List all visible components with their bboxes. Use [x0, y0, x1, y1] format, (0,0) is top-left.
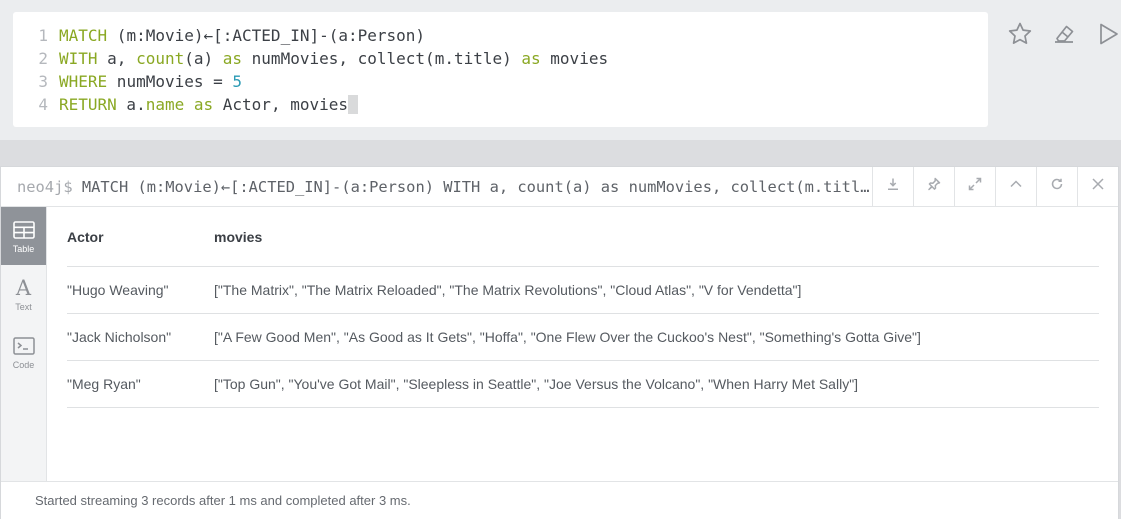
- code-line[interactable]: 2 WITH a, count (a) as numMovies, collect(…: [13, 47, 988, 70]
- frame-command-text: MATCH (m:Movie)←[:ACTED_IN]-(a:Person) W…: [81, 177, 872, 196]
- editor-area: 1 MATCH (m:Movie)←[:ACTED_IN]-(a:Person) 2…: [0, 0, 1121, 140]
- download-button[interactable]: [872, 166, 913, 207]
- result-table: Actor movies "Hugo Weaving" ["The Matrix…: [67, 207, 1099, 408]
- column-header-movies[interactable]: movies: [214, 229, 1099, 245]
- expand-icon: [968, 177, 982, 196]
- code-line[interactable]: 4 RETURN a. name as Actor, movies: [13, 93, 988, 116]
- text-icon: A: [15, 276, 32, 300]
- pin-icon: [927, 177, 941, 196]
- code-token: as: [193, 95, 214, 114]
- download-icon: [886, 177, 900, 196]
- code-lines[interactable]: 1 MATCH (m:Movie)←[:ACTED_IN]-(a:Person) 2…: [13, 24, 988, 116]
- code-token: numMovies, collect(m.title): [242, 49, 522, 68]
- rerun-button[interactable]: [1036, 166, 1077, 207]
- code-token: as: [521, 49, 541, 68]
- actor-cell: "Jack Nicholson": [67, 329, 172, 345]
- code-token: count: [136, 49, 185, 68]
- view-switcher: Table A Text Code: [1, 207, 47, 481]
- line-number: 2: [38, 49, 48, 68]
- code-token: Actor, movies: [213, 95, 348, 114]
- tab-table-label: Table: [12, 244, 35, 254]
- movies-cell: ["Top Gun", "You've Got Mail", "Sleeples…: [214, 376, 859, 392]
- code-token: movies: [540, 49, 609, 68]
- code-token: (m:Movie)←[:ACTED_IN]-(a:Person): [107, 26, 426, 45]
- code-token: WHERE: [59, 72, 108, 91]
- code-token: WITH: [59, 49, 98, 68]
- code-line[interactable]: 3 WHERE numMovies = 5: [13, 70, 988, 93]
- line-number: 3: [38, 72, 48, 91]
- table-row: "Meg Ryan" ["Top Gun", "You've Got Mail"…: [67, 361, 1099, 408]
- editor-actions: [998, 20, 1121, 52]
- code-icon: [12, 334, 35, 358]
- frame-prompt: neo4j$: [17, 177, 82, 196]
- table-row: "Hugo Weaving" ["The Matrix", "The Matri…: [67, 267, 1099, 314]
- actor-cell: "Hugo Weaving": [67, 282, 169, 298]
- code-token: as: [222, 49, 243, 68]
- tab-text-label: Text: [15, 302, 32, 312]
- run-button[interactable]: [1086, 20, 1121, 52]
- code-token: (a): [184, 49, 223, 68]
- table-header-row: Actor movies: [67, 207, 1099, 267]
- collapse-icon: [1009, 177, 1023, 196]
- fullscreen-button[interactable]: [954, 166, 995, 207]
- eraser-icon: [1051, 21, 1077, 52]
- result-frame: neo4j$ MATCH (m:Movie)←[:ACTED_IN]-(a:Pe…: [0, 166, 1119, 519]
- play-icon: [1095, 21, 1121, 52]
- code-token: name: [145, 95, 185, 114]
- table-icon: [12, 218, 35, 242]
- movies-cell: ["The Matrix", "The Matrix Reloaded", "T…: [214, 282, 802, 298]
- table-row: "Jack Nicholson" ["A Few Good Men", "As …: [67, 314, 1099, 361]
- close-icon: [1091, 177, 1105, 196]
- frame-body: Table A Text Code Actor movies "Hugo Wea…: [1, 207, 1118, 519]
- code-token: numMovies =: [107, 72, 233, 91]
- pin-button[interactable]: [913, 166, 954, 207]
- code-token: MATCH: [59, 26, 108, 45]
- favorite-button[interactable]: [998, 20, 1042, 52]
- close-frame-button[interactable]: [1077, 166, 1118, 207]
- code-line[interactable]: 1 MATCH (m:Movie)←[:ACTED_IN]-(a:Person): [13, 24, 988, 47]
- star-icon: [1007, 21, 1033, 52]
- tab-text[interactable]: A Text: [1, 265, 46, 323]
- tab-code[interactable]: Code: [1, 323, 46, 381]
- frame-toolbar: [872, 166, 1118, 207]
- tab-code-label: Code: [12, 360, 35, 370]
- column-header-actor[interactable]: Actor: [67, 229, 214, 245]
- text-cursor: [348, 95, 358, 114]
- line-number: 1: [38, 26, 48, 45]
- tab-table[interactable]: Table: [1, 207, 46, 265]
- movies-cell: ["A Few Good Men", "As Good as It Gets",…: [214, 329, 921, 345]
- clear-editor-button[interactable]: [1042, 20, 1086, 52]
- line-number: 4: [38, 95, 48, 114]
- code-token: RETURN: [59, 95, 117, 114]
- code-token: a,: [97, 49, 137, 68]
- actor-cell: "Meg Ryan": [67, 376, 141, 392]
- frame-header: neo4j$ MATCH (m:Movie)←[:ACTED_IN]-(a:Pe…: [1, 166, 1118, 207]
- rerun-icon: [1050, 177, 1064, 196]
- status-bar: Started streaming 3 records after 1 ms a…: [1, 481, 1118, 519]
- frame-command[interactable]: neo4j$ MATCH (m:Movie)←[:ACTED_IN]-(a:Pe…: [1, 178, 872, 196]
- query-editor[interactable]: 1 MATCH (m:Movie)←[:ACTED_IN]-(a:Person) 2…: [13, 12, 988, 127]
- code-token: 5: [232, 72, 243, 91]
- collapse-button[interactable]: [995, 166, 1036, 207]
- code-token: a.: [116, 95, 146, 114]
